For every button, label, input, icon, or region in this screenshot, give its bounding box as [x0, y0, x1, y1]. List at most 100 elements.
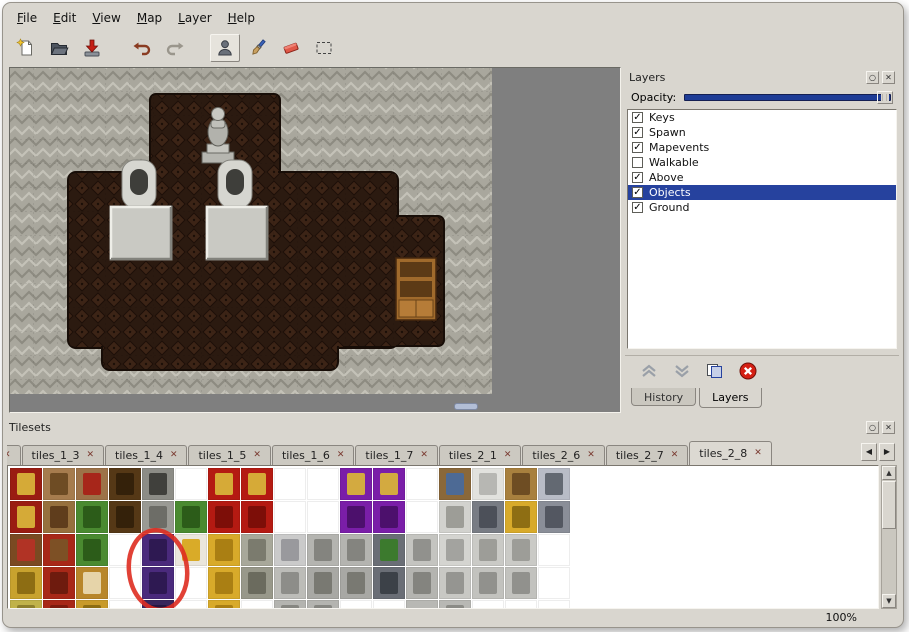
tile-empty[interactable] — [406, 468, 438, 500]
tile-purple-door-base[interactable] — [142, 600, 174, 609]
menu-edit[interactable]: Edit — [45, 9, 84, 27]
dock-tab-layers[interactable]: Layers — [699, 388, 761, 408]
close-tab-icon[interactable]: ✕ — [504, 451, 512, 460]
tile-wood-shelf[interactable] — [505, 468, 537, 500]
tile-angel-statue-base[interactable] — [274, 567, 306, 599]
tile-purple-door-top[interactable] — [142, 534, 174, 566]
menu-map[interactable]: Map — [129, 9, 170, 27]
tile-white-crate[interactable] — [472, 468, 504, 500]
tile-empty[interactable] — [538, 600, 570, 609]
tile-red-pot-table[interactable] — [76, 468, 108, 500]
scrollbar-thumb[interactable] — [882, 481, 896, 529]
tile-empty[interactable] — [307, 501, 339, 533]
save-button[interactable] — [77, 34, 107, 62]
select-button[interactable] — [309, 34, 339, 62]
tile-gold-treasure-2[interactable] — [208, 567, 240, 599]
tile-rock-pile-2[interactable] — [241, 567, 273, 599]
tileset-tab-tiles_1_7[interactable]: tiles_1_7✕ — [355, 445, 437, 465]
float-tilesets-button[interactable]: ○ — [866, 421, 879, 434]
opacity-slider-handle[interactable] — [877, 91, 893, 104]
close-tab-icon[interactable]: ✕ — [420, 451, 428, 460]
open-button[interactable] — [44, 34, 74, 62]
layer-visibility-checkbox[interactable]: ✓ — [632, 187, 643, 198]
tile-gargoyle-statue[interactable] — [307, 534, 339, 566]
tile-stone-block-2[interactable] — [505, 534, 537, 566]
close-tab-icon[interactable]: ✕ — [170, 451, 178, 460]
tile-statue-plinth[interactable] — [274, 600, 306, 609]
tile-empty[interactable] — [241, 600, 273, 609]
tile-wardrobe-bottom[interactable] — [109, 501, 141, 533]
tile-potted-plant-2[interactable] — [175, 501, 207, 533]
tile-plant-vase-2[interactable] — [373, 567, 405, 599]
tile-angel-statue[interactable] — [274, 534, 306, 566]
tile-empty[interactable] — [274, 501, 306, 533]
layer-visibility-checkbox[interactable]: ✓ — [632, 172, 643, 183]
tile-empty[interactable] — [175, 567, 207, 599]
map-viewport[interactable] — [9, 67, 621, 413]
layer-row-keys[interactable]: ✓Keys — [628, 110, 896, 125]
close-tab-icon[interactable]: ✕ — [253, 451, 261, 460]
tile-stone-block-4[interactable] — [505, 567, 537, 599]
tile-framed-picture[interactable] — [439, 468, 471, 500]
tile-spinning-wheel[interactable] — [43, 501, 75, 533]
tileset-tab-tiles_2_1[interactable]: tiles_2_1✕ — [439, 445, 521, 465]
tile-knight-armor[interactable] — [538, 468, 570, 500]
close-tab-icon[interactable]: ✕ — [671, 451, 679, 460]
layer-visibility-checkbox[interactable]: ✓ — [632, 127, 643, 138]
tile-empty[interactable] — [109, 600, 141, 609]
close-tab-icon[interactable]: ✕ — [337, 451, 345, 460]
layer-row-spawn[interactable]: ✓Spawn — [628, 125, 896, 140]
tile-red-bowl[interactable] — [43, 534, 75, 566]
move-down-layer-button[interactable] — [670, 360, 694, 382]
tile-gold-chalice[interactable] — [505, 501, 537, 533]
tile-stone-base[interactable] — [406, 600, 438, 609]
tile-empty[interactable] — [373, 600, 405, 609]
close-tab-icon[interactable]: ✕ — [587, 451, 595, 460]
tile-empty[interactable] — [109, 567, 141, 599]
tile-bookshelf[interactable] — [10, 534, 42, 566]
tile-red-throne-seat-right[interactable] — [241, 501, 273, 533]
move-up-layer-button[interactable] — [637, 360, 661, 382]
tileset-tab-tiles_1_3[interactable]: tiles_1_3✕ — [22, 445, 104, 465]
tile-empty[interactable] — [175, 468, 207, 500]
tile-gold-treasure[interactable] — [208, 534, 240, 566]
tile-empty[interactable] — [538, 567, 570, 599]
opacity-slider[interactable] — [684, 91, 893, 104]
layer-visibility-checkbox[interactable]: ✓ — [632, 202, 643, 213]
tile-empty[interactable] — [274, 468, 306, 500]
tile-plant-vase[interactable] — [373, 534, 405, 566]
scroll-down-button[interactable]: ▼ — [882, 594, 896, 608]
tile-empty[interactable] — [307, 468, 339, 500]
tileset-tab-tiles_2_6[interactable]: tiles_2_6✕ — [522, 445, 604, 465]
tile-knight-armor-2[interactable] — [538, 501, 570, 533]
new-file-button[interactable] — [11, 34, 41, 62]
tileset-tab-5[interactable]: 5✕ — [7, 445, 21, 465]
menu-file[interactable]: File — [9, 9, 45, 27]
tile-purple-throne-left[interactable] — [340, 468, 372, 500]
tile-red-banner[interactable] — [10, 468, 42, 500]
map-canvas[interactable] — [10, 68, 492, 394]
tile-gold-banner[interactable] — [10, 567, 42, 599]
tileset-tab-tiles_1_4[interactable]: tiles_1_4✕ — [105, 445, 187, 465]
splitter-handle[interactable] — [454, 403, 478, 410]
tile-red-throne-left[interactable] — [208, 468, 240, 500]
close-tab-icon[interactable]: ✕ — [754, 449, 762, 458]
tile-red-throne-right[interactable] — [241, 468, 273, 500]
tileset-tab-tiles_1_6[interactable]: tiles_1_6✕ — [272, 445, 354, 465]
tileset-tab-tiles_2_7[interactable]: tiles_2_7✕ — [606, 445, 688, 465]
close-panel-button[interactable]: ✕ — [882, 71, 895, 84]
tile-obelisk-middle[interactable] — [406, 534, 438, 566]
close-tab-icon[interactable]: ✕ — [86, 451, 94, 460]
layer-row-above[interactable]: ✓Above — [628, 170, 896, 185]
redo-button[interactable] — [160, 34, 190, 62]
tile-purple-door-bottom[interactable] — [142, 567, 174, 599]
tile-wooden-loom[interactable] — [43, 468, 75, 500]
tile-gray-tombstone[interactable] — [142, 501, 174, 533]
menu-help[interactable]: Help — [220, 9, 263, 27]
float-panel-button[interactable]: ○ — [866, 71, 879, 84]
scroll-tabs-right-button[interactable]: ▶ — [879, 443, 895, 461]
tile-obelisk-base[interactable] — [406, 567, 438, 599]
tile-empty[interactable] — [340, 600, 372, 609]
tile-stone-gate[interactable] — [142, 468, 174, 500]
tile-gold-horn-2[interactable] — [76, 600, 108, 609]
